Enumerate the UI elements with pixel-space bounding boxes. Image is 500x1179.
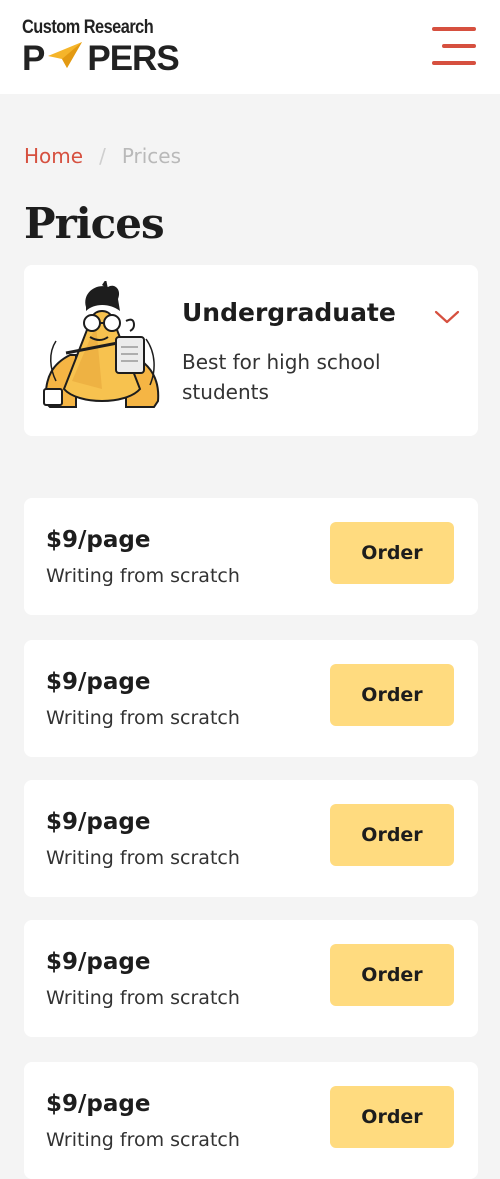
menu-line [432, 61, 476, 65]
price-per-page: $9/page [46, 1091, 151, 1117]
academic-level-name: Undergraduate [182, 298, 396, 327]
logo-top-text: Custom Research [22, 17, 154, 38]
logo-letters-pers: PERS [87, 39, 179, 78]
breadcrumb: Home / Prices [24, 143, 181, 169]
menu-line [432, 27, 476, 31]
price-option-card: $9/page Writing from scratch Order [24, 498, 478, 615]
service-description: Writing from scratch [46, 847, 240, 869]
price-option-card: $9/page Writing from scratch Order [24, 640, 478, 757]
order-button[interactable]: Order [330, 944, 454, 1006]
order-button[interactable]: Order [330, 804, 454, 866]
academic-level-description: Best for high school students [182, 350, 381, 404]
price-per-page: $9/page [46, 949, 151, 975]
menu-line [442, 44, 476, 48]
site-header: Custom Research P PERS [0, 0, 500, 94]
academic-level-selector[interactable]: Undergraduate Best for high school stude… [24, 265, 478, 436]
breadcrumb-separator: / [99, 144, 106, 168]
service-description: Writing from scratch [46, 1129, 240, 1151]
breadcrumb-current: Prices [121, 144, 182, 168]
price-per-page: $9/page [46, 527, 151, 553]
price-option-card: $9/page Writing from scratch Order [24, 1062, 478, 1179]
price-option-card: $9/page Writing from scratch Order [24, 920, 478, 1037]
price-per-page: $9/page [46, 809, 151, 835]
service-description: Writing from scratch [46, 565, 240, 587]
hamburger-menu-icon[interactable] [430, 27, 476, 67]
chevron-down-icon[interactable] [434, 309, 460, 329]
service-description: Writing from scratch [46, 707, 240, 729]
price-per-page: $9/page [46, 669, 151, 695]
logo-bottom-text: P PERS [22, 39, 180, 78]
price-option-card: $9/page Writing from scratch Order [24, 780, 478, 897]
page-title: Prices [24, 199, 165, 248]
order-button[interactable]: Order [330, 664, 454, 726]
breadcrumb-home-link[interactable]: Home [24, 144, 83, 168]
order-button[interactable]: Order [330, 1086, 454, 1148]
paper-plane-icon [47, 40, 83, 78]
student-mascot-illustration [42, 279, 164, 415]
site-logo[interactable]: Custom Research P PERS [22, 17, 180, 78]
order-button[interactable]: Order [330, 522, 454, 584]
service-description: Writing from scratch [46, 987, 240, 1009]
logo-letter-p: P [22, 39, 45, 78]
